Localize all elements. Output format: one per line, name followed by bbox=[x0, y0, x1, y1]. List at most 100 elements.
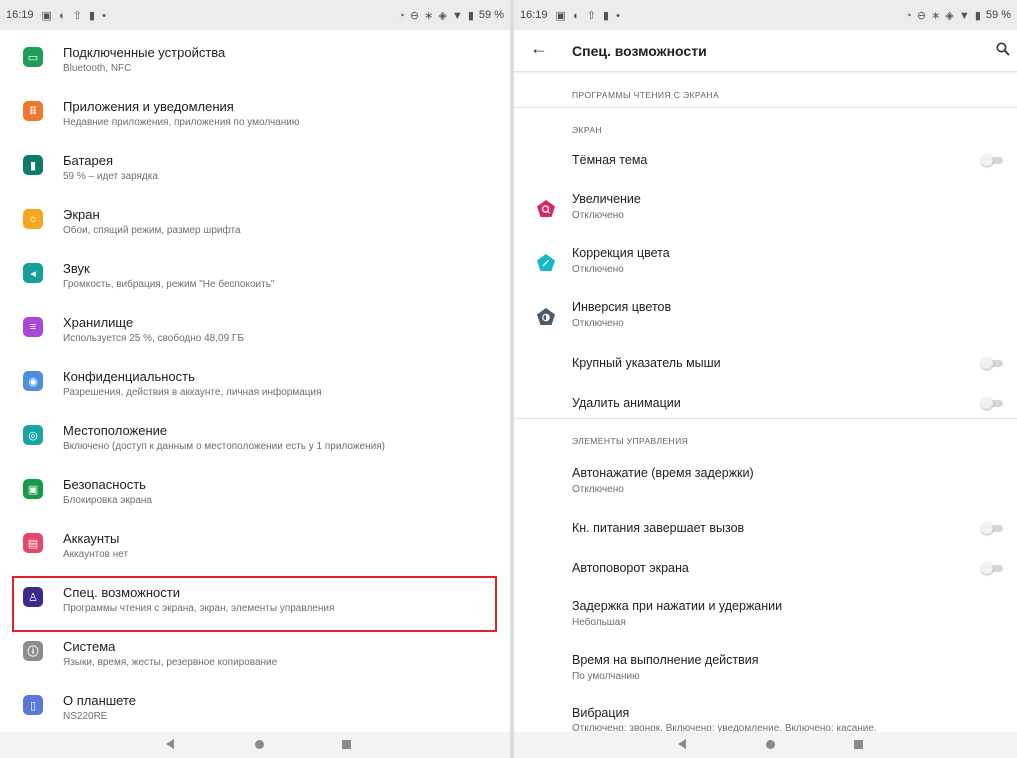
settings-item-subtitle: Громкость, вибрация, режим "Не беспокоит… bbox=[63, 279, 275, 290]
dark-theme-toggle[interactable] bbox=[981, 154, 1003, 166]
search-icon[interactable] bbox=[995, 41, 1011, 57]
touch-hold-delay-row[interactable]: Задержка при нажатии и удержании Небольш… bbox=[514, 590, 1017, 644]
large-pointer-toggle[interactable] bbox=[981, 357, 1003, 369]
power-ends-call-toggle[interactable] bbox=[981, 522, 1003, 534]
status-time: 16:19 bbox=[520, 9, 548, 21]
magnification-shape bbox=[537, 200, 555, 217]
battery-level: 59 % bbox=[478, 9, 504, 21]
auto-rotate-row[interactable]: Автоповорот экрана bbox=[514, 550, 1017, 586]
auto-rotate-toggle[interactable] bbox=[981, 562, 1003, 574]
settings-item-subtitle: Bluetooth, NFC bbox=[63, 63, 132, 74]
settings-item-subtitle: Разрешения, действия в аккаунте, личная … bbox=[63, 387, 322, 398]
navigation-bar bbox=[0, 732, 510, 758]
settings-item[interactable]: ▯ О планшете NS220RE bbox=[0, 678, 510, 732]
settings-item[interactable]: ⓘ Система Языки, время, жесты, резервное к… bbox=[0, 624, 510, 678]
accounts-icon: ▤ bbox=[23, 533, 43, 553]
privacy-icon: ◉ bbox=[23, 371, 43, 391]
magnification-row[interactable]: Увеличение Отключено bbox=[514, 183, 1017, 237]
divider bbox=[514, 107, 1017, 108]
settings-item[interactable]: ▣ Безопасность Блокировка экрана bbox=[0, 462, 510, 516]
settings-item-title: Приложения и уведомления bbox=[63, 99, 234, 114]
remove-animations-row[interactable]: Удалить анимации bbox=[514, 385, 1017, 421]
settings-item[interactable]: ☼ Экран Обои, спящий режим, размер шрифта bbox=[0, 192, 510, 246]
location-icon: ◎ bbox=[23, 425, 43, 445]
battery-level: 59 % bbox=[985, 9, 1011, 21]
status-time: 16:19 bbox=[6, 9, 34, 21]
back-arrow-icon[interactable]: ← bbox=[530, 38, 548, 59]
security-icon: ▣ bbox=[23, 479, 43, 499]
storage-icon: ≡ bbox=[23, 317, 43, 337]
color-correction-row[interactable]: Коррекция цвета Отключено bbox=[514, 237, 1017, 291]
settings-item-title: Экран bbox=[63, 207, 100, 222]
touch-hold-delay-title: Задержка при нажатии и удержании bbox=[572, 599, 783, 613]
settings-item-title: Подключенные устройства bbox=[63, 45, 226, 60]
divider bbox=[514, 418, 1017, 419]
system-status-icons: ◔ ⊖ ∗ ◈ ▼ ▮ bbox=[398, 9, 475, 22]
color-inversion-icon bbox=[537, 308, 555, 325]
settings-item-title: Аккаунты bbox=[63, 531, 120, 546]
settings-item-subtitle: 59 % – идет зарядка bbox=[63, 171, 158, 182]
color-inversion-row[interactable]: Инверсия цветов Отключено bbox=[514, 291, 1017, 345]
home-nav-icon[interactable] bbox=[766, 740, 775, 749]
magnification-title: Увеличение bbox=[572, 192, 641, 206]
color-inversion-status: Отключено bbox=[572, 318, 624, 329]
notification-icons: ▣ ◐ ⇧ ▮ • bbox=[555, 9, 622, 22]
power-ends-call-row[interactable]: Кн. питания завершает вызов bbox=[514, 510, 1017, 546]
color-correction-title: Коррекция цвета bbox=[572, 246, 670, 260]
apps-icon: ⠿ bbox=[23, 101, 43, 121]
about-tablet-icon: ▯ bbox=[23, 695, 43, 715]
settings-pane: 16:19 ▣ ◐ ⇧ ▮ • ◔ ⊖ ∗ ◈ ▼ ▮ 59 % ▭ Подклю… bbox=[0, 0, 510, 758]
settings-item-subtitle: Аккаунтов нет bbox=[63, 549, 129, 560]
settings-item[interactable]: ⠿ Приложения и уведомления Недавние прилож… bbox=[0, 84, 510, 138]
settings-item-subtitle: Включено (доступ к данным о местоположен… bbox=[63, 441, 385, 452]
recent-apps-nav-icon[interactable] bbox=[342, 740, 351, 749]
settings-item-title: Конфиденциальность bbox=[63, 369, 195, 384]
recent-apps-nav-icon[interactable] bbox=[854, 740, 863, 749]
dark-theme-row[interactable]: Тёмная тема bbox=[514, 142, 1017, 178]
battery-icon: ▮ bbox=[23, 155, 43, 175]
accessibility-pane: 16:19 ▣ ◐ ⇧ ▮ • ◔ ⊖ ∗ ◈ ▼ ▮ 59 % ← Спец.… bbox=[514, 0, 1017, 758]
settings-item[interactable]: ◂ Звук Громкость, вибрация, режим "Не бесп… bbox=[0, 246, 510, 300]
settings-item-title: О планшете bbox=[63, 693, 137, 708]
autoclick-row[interactable]: Автонажатие (время задержки) Отключено bbox=[514, 456, 1017, 510]
settings-item-subtitle: Языки, время, жесты, резервное копирован… bbox=[63, 657, 278, 668]
settings-item[interactable]: ≡ Хранилище Используется 25 %, свободно 48… bbox=[0, 300, 510, 354]
settings-item[interactable]: ▭ Подключенные устройства Bluetooth, NFC bbox=[0, 30, 510, 84]
settings-item-subtitle: Используется 25 %, свободно 48,09 ГБ bbox=[63, 333, 244, 344]
color-correction-icon bbox=[537, 254, 555, 271]
section-header-screen-readers[interactable]: ПРОГРАММЫ ЧТЕНИЯ С ЭКРАНА bbox=[572, 90, 719, 100]
settings-item-subtitle: Обои, спящий режим, размер шрифта bbox=[63, 225, 241, 236]
notification-icons: ▣ ◐ ⇧ ▮ • bbox=[41, 9, 108, 22]
back-nav-icon[interactable] bbox=[678, 739, 686, 749]
settings-item-title: Безопасность bbox=[63, 477, 146, 492]
home-nav-icon[interactable] bbox=[255, 740, 264, 749]
dark-theme-label: Тёмная тема bbox=[572, 153, 648, 167]
settings-item[interactable]: ◉ Конфиденциальность Разрешения, действия … bbox=[0, 354, 510, 408]
remove-animations-label: Удалить анимации bbox=[572, 396, 681, 410]
settings-item-title: Звук bbox=[63, 261, 90, 276]
system-status-icons: ◔ ⊖ ∗ ◈ ▼ ▮ bbox=[905, 9, 982, 22]
settings-item-subtitle: NS220RE bbox=[63, 711, 108, 722]
highlight-frame bbox=[12, 576, 497, 632]
action-time-title: Время на выполнение действия bbox=[572, 653, 759, 667]
large-pointer-row[interactable]: Крупный указатель мыши bbox=[514, 345, 1017, 381]
system-icon: ⓘ bbox=[23, 641, 43, 661]
settings-item[interactable]: ▤ Аккаунты Аккаунтов нет bbox=[0, 516, 510, 570]
settings-item[interactable]: ▮ Батарея 59 % – идет зарядка bbox=[0, 138, 510, 192]
color-inversion-title: Инверсия цветов bbox=[572, 300, 672, 314]
large-pointer-label: Крупный указатель мыши bbox=[572, 356, 721, 370]
action-time-value: По умолчанию bbox=[572, 671, 640, 682]
back-nav-icon[interactable] bbox=[166, 739, 174, 749]
settings-item-subtitle: Недавние приложения, приложения по умолч… bbox=[63, 117, 300, 128]
touch-hold-delay-value: Небольшая bbox=[572, 617, 626, 628]
navigation-bar bbox=[514, 732, 1017, 758]
settings-item-title: Местоположение bbox=[63, 423, 168, 438]
action-time-row[interactable]: Время на выполнение действия По умолчани… bbox=[514, 644, 1017, 698]
settings-item[interactable]: ◎ Местоположение Включено (доступ к данным… bbox=[0, 408, 510, 462]
section-header-display: ЭКРАН bbox=[572, 125, 602, 135]
vibration-title: Вибрация bbox=[572, 706, 630, 720]
settings-item-title: Система bbox=[63, 639, 116, 654]
remove-animations-toggle[interactable] bbox=[981, 397, 1003, 409]
settings-item-subtitle: Блокировка экрана bbox=[63, 495, 152, 506]
settings-item-title: Батарея bbox=[63, 153, 114, 168]
